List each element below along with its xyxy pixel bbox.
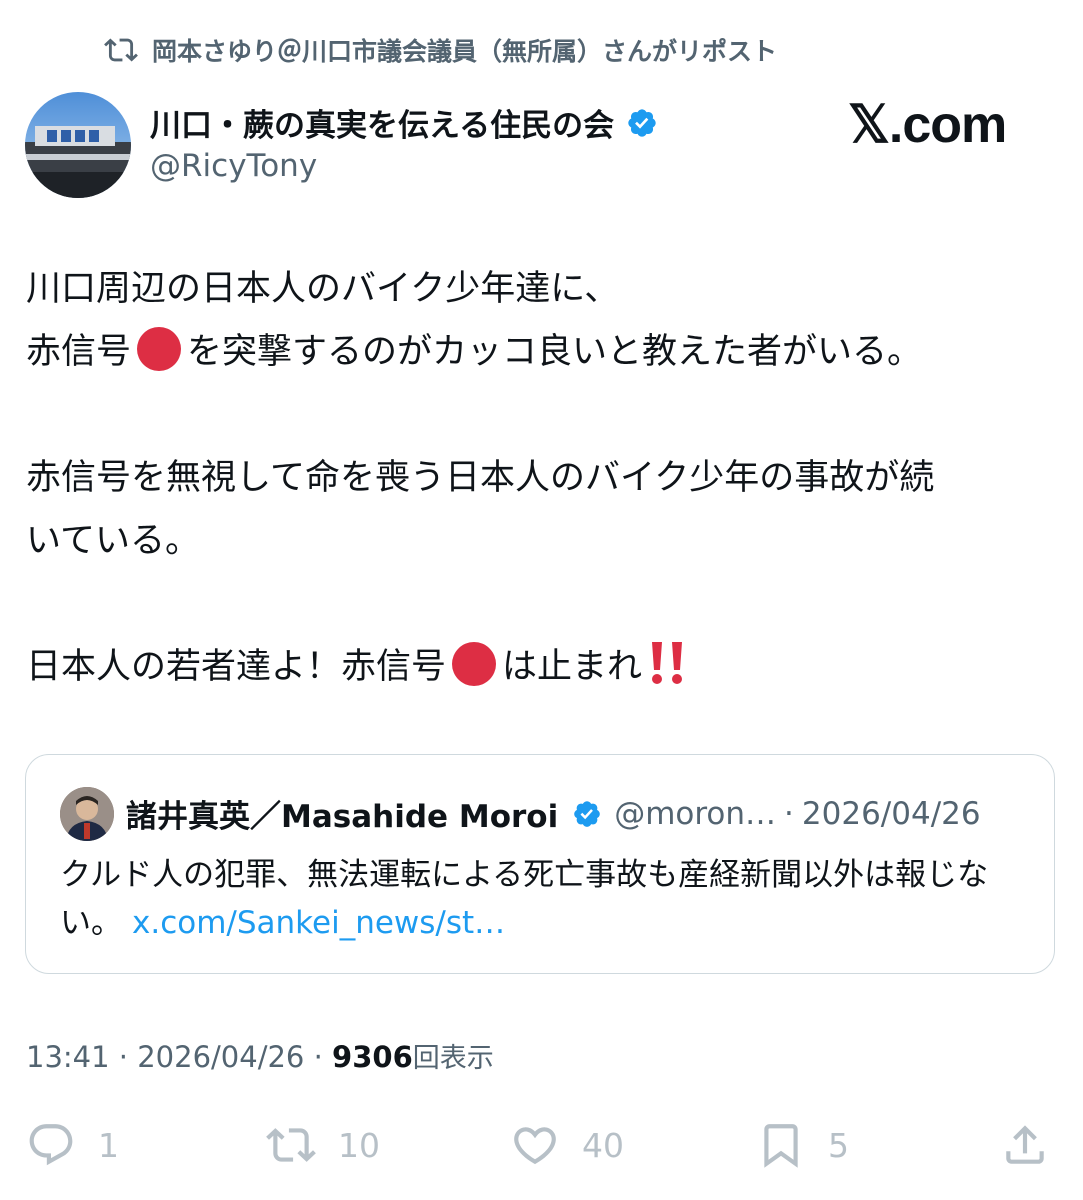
- quoted-author-avatar[interactable]: [60, 787, 114, 841]
- post-meta: 13:41 · 2026/04/26 · 9306回表示: [26, 1036, 494, 1075]
- reply-count: 1: [98, 1125, 119, 1165]
- quoted-date[interactable]: 2026/04/26: [802, 796, 981, 832]
- post-line-5b: は止まれ: [502, 647, 643, 687]
- post-time[interactable]: 13:41: [26, 1040, 110, 1074]
- post-line-2b: を突撃するのがカッコ良いと教えた者がいる。: [187, 332, 923, 372]
- repost-icon: [266, 1128, 316, 1162]
- quoted-author-name[interactable]: 諸井真英／Masahide Moroi: [126, 791, 558, 836]
- author-avatar[interactable]: [25, 92, 131, 198]
- post-line-1: 川口周辺の日本人のバイク少年達に、: [26, 269, 620, 309]
- post-date[interactable]: 2026/04/26: [137, 1040, 304, 1074]
- action-bar: 1 10 40 5: [26, 1120, 1056, 1176]
- post-line-2a: 赤信号: [26, 332, 132, 372]
- author-name[interactable]: 川口・蕨の真実を伝える住民の会: [150, 100, 658, 145]
- bookmark-icon: [764, 1124, 798, 1168]
- heart-icon: [514, 1127, 556, 1165]
- view-label: 回表示: [412, 1043, 494, 1074]
- double-exclamation-icon: [652, 642, 683, 684]
- like-count: 40: [582, 1125, 624, 1165]
- post-text: 川口周辺の日本人のバイク少年達に、 赤信号 を突撃するのがカッコ良いと教えた者がい…: [26, 258, 1056, 699]
- repost-icon: [104, 38, 138, 62]
- post-line-5a: 日本人の若者達よ！赤信号: [26, 647, 447, 687]
- x-com-watermark: 𝕏.com: [848, 96, 1007, 154]
- verified-badge-icon: [574, 800, 601, 827]
- verified-badge-icon: [628, 108, 656, 137]
- repost-indicator[interactable]: 岡本さゆり＠川口市議会議員（無所属）さんがリポスト: [104, 30, 777, 70]
- bookmark-count: 5: [828, 1125, 849, 1165]
- meta-separator: ·: [118, 1040, 129, 1074]
- repost-count: 10: [338, 1125, 380, 1165]
- quoted-header: 諸井真英／Masahide Moroi @moron… · 2026/04/26: [126, 791, 981, 836]
- quoted-handle[interactable]: @moron…: [614, 796, 776, 832]
- bookmark-button[interactable]: 5: [756, 1120, 849, 1170]
- view-count: 9306: [332, 1040, 413, 1074]
- like-button[interactable]: 40: [510, 1120, 624, 1170]
- red-circle-icon: [137, 327, 182, 371]
- reply-icon: [29, 1124, 73, 1166]
- quoted-separator: ·: [784, 795, 794, 832]
- quoted-link[interactable]: x.com/Sankei_news/st…: [132, 905, 505, 941]
- red-circle-icon: [452, 642, 497, 686]
- repost-text: 岡本さゆり＠川口市議会議員（無所属）さんがリポスト: [152, 37, 778, 66]
- reply-button[interactable]: 1: [26, 1120, 119, 1170]
- share-icon: [1006, 1125, 1044, 1164]
- quoted-post[interactable]: 諸井真英／Masahide Moroi @moron… · 2026/04/26…: [25, 754, 1055, 974]
- post-line-4: いている。: [26, 521, 200, 561]
- post-line-3: 赤信号を無視して命を喪う日本人のバイク少年の事故が続: [26, 458, 935, 498]
- meta-separator: ·: [313, 1040, 323, 1074]
- quoted-text: クルド人の犯罪、無法運転による死亡事故も産経新聞以外は報じない。 x.com/Sa…: [60, 851, 1020, 947]
- share-button[interactable]: [1000, 1120, 1072, 1170]
- repost-button[interactable]: 10: [266, 1120, 380, 1170]
- author-display-name: 川口・蕨の真実を伝える住民の会: [150, 108, 615, 144]
- author-handle[interactable]: @RicyTony: [150, 148, 317, 184]
